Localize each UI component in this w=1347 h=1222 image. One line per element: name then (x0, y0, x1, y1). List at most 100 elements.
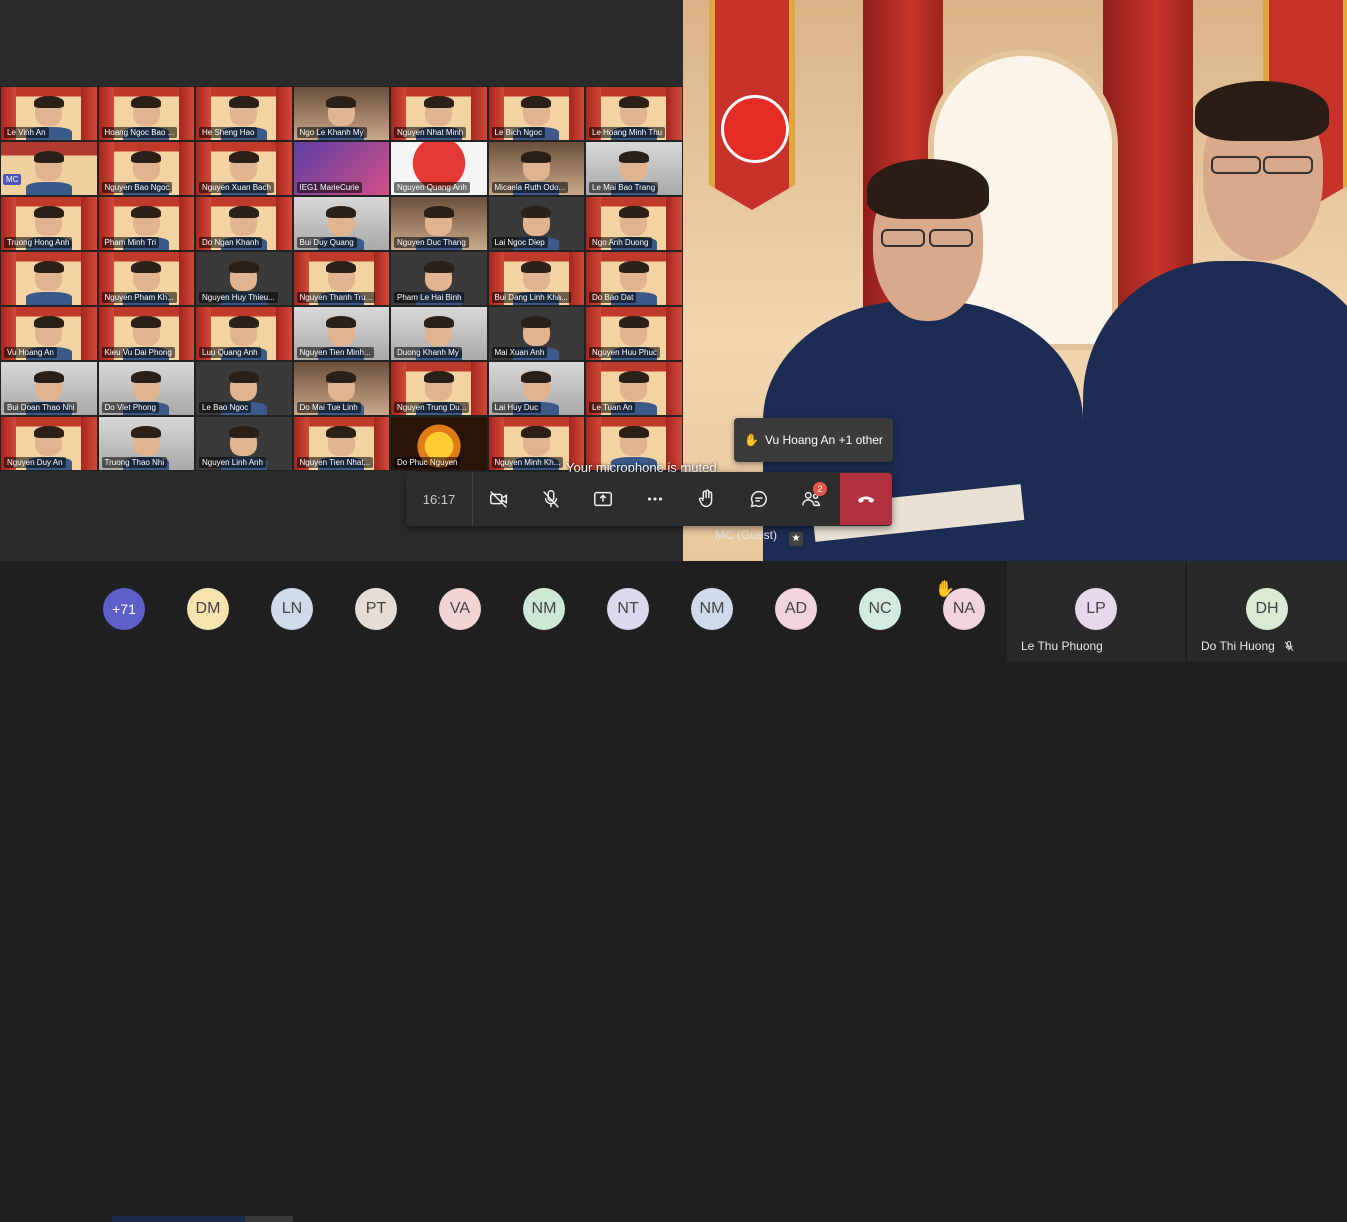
participant-video-tile[interactable]: Nguyen Thanh Tru... (292, 251, 390, 306)
participant-video-tile[interactable]: Pham Le Hai Binh (390, 251, 488, 306)
participant-video-tile[interactable]: Nguyen Trung Du... (390, 361, 488, 416)
raised-hand-icon: ✋ (935, 581, 955, 598)
participant-video-tile[interactable]: Le Hoang Minh Thu (585, 86, 683, 141)
participant-video-tile[interactable]: Vu Hoang An (0, 306, 98, 361)
call-timer: 16:17 (422, 491, 456, 507)
participant-video-tile[interactable] (0, 251, 98, 306)
participant-video-tile[interactable]: Nguyen Nhat Minh (390, 86, 488, 141)
participant-video-tile[interactable]: Ngo Le Khanh My (292, 86, 390, 141)
participants-button[interactable]: 2 (785, 472, 837, 526)
camera-off-button[interactable] (472, 472, 525, 526)
participant-name-label: Lai Huy Duc (491, 402, 542, 413)
participant-video-tile[interactable]: Bui Dang Linh Kha... (487, 251, 585, 306)
participant-name-label: Hoang Ngoc Bao ... (101, 127, 178, 138)
chat-button[interactable] (733, 472, 785, 526)
participant-avatar[interactable]: DM (187, 588, 229, 630)
mic-muted-button[interactable] (525, 472, 577, 526)
participant-video-tile[interactable]: Nguyen Huu Phuc (585, 306, 683, 361)
participant-video-tile[interactable]: Nguyen Tien Nhat... (292, 416, 390, 471)
video-gallery: Le Vinh An Hoang Ngoc Bao ... He Sheng Hao… (0, 86, 683, 471)
participant-video-tile[interactable]: Nguyen Quang Anh (390, 141, 488, 196)
participant-name-label: Bui Dang Linh Kha... (491, 292, 571, 303)
participant-video-tile[interactable]: Lai Huy Duc (487, 361, 585, 416)
participant-video-tile[interactable]: Do Ngan Khanh (195, 196, 293, 251)
participant-name-label: Nguyen Quang Anh (394, 182, 470, 193)
participant-avatar[interactable]: NT (607, 588, 649, 630)
participant-video-tile[interactable]: Hoang Ngoc Bao ... (97, 86, 195, 141)
participant-video-tile[interactable]: Kieu Vu Dai Phong (97, 306, 195, 361)
participant-video-tile[interactable]: Do Viet Phong (97, 361, 195, 416)
participant-name-label: Pham Le Hai Binh (394, 292, 465, 303)
hang-up-icon (857, 496, 875, 503)
participant-video-tile[interactable]: Le Vinh An (0, 86, 98, 141)
participant-video-tile[interactable]: IEG1 MarieCurie (292, 141, 390, 196)
participant-name-label: Nguyen Nhat Minh (394, 127, 467, 138)
mic-off-icon (1284, 641, 1294, 651)
participants-badge: 2 (813, 482, 827, 496)
participant-video-tile[interactable]: Nguyen Duc Thang (390, 196, 488, 251)
participant-name-label: Le Bich Ngoc (491, 127, 546, 138)
participant-video-tile[interactable]: Pham Minh Tri (97, 196, 195, 251)
participant-name-label: Bui Doan Thao Nhi (4, 402, 78, 413)
participant-video-tile[interactable]: He Sheng Hao (195, 86, 293, 141)
more-actions-button[interactable] (629, 472, 681, 526)
participant-name-label: Nguyen Linh Anh (199, 457, 266, 468)
participant-video-tile[interactable]: Le Bich Ngoc (487, 86, 585, 141)
participant-video-tile[interactable]: Nguyen Tien Minh... (292, 306, 390, 361)
participant-video-tile[interactable]: Le Bao Ngoc (195, 361, 293, 416)
camera-off-icon (490, 491, 508, 508)
participant-video-tile[interactable]: Truong Hong Anh (0, 196, 98, 251)
participant-video-tile[interactable]: Do Mai Tue Linh (292, 361, 390, 416)
participant-name-label: Nguyen Xuan Bach (199, 182, 274, 193)
participant-video-tile[interactable]: Lai Ngoc Diep (487, 196, 585, 251)
participant-video-tile[interactable]: Mai Xuan Anh (487, 306, 585, 361)
participant-video-tile[interactable]: Do Bao Dat (585, 251, 683, 306)
participant-avatar[interactable]: NM (691, 588, 733, 630)
participant-name-label: MC (3, 173, 22, 185)
participant-name-label: Truong Thao Nhi (101, 457, 168, 468)
participant-avatar[interactable]: AD (775, 588, 817, 630)
participant-video-tile[interactable]: Bui Doan Thao Nhi (0, 361, 98, 416)
participant-video-tile[interactable]: Le Mai Bao Trang (585, 141, 683, 196)
participant-avatar[interactable]: NC (859, 588, 901, 630)
more-participants-avatar[interactable]: +71 (103, 588, 145, 630)
participant-video-tile[interactable]: Nguyen Bao Ngoc (97, 141, 195, 196)
participant-avatar[interactable]: PT (355, 588, 397, 630)
participant-video-tile[interactable]: Nguyen Huy Thieu... (195, 251, 293, 306)
participant-video-tile[interactable]: Le Tuan An (585, 361, 683, 416)
participant-name-label: Do Viet Phong (101, 402, 159, 413)
raised-hands-text: Vu Hoang An +1 other (764, 433, 883, 447)
raise-hand-button[interactable] (681, 472, 733, 526)
mic-off-icon (543, 490, 559, 508)
participant-name-label: Le Mai Bao Trang (589, 182, 659, 193)
participant-video-tile[interactable]: Nguyen Linh Anh (195, 416, 293, 471)
participant-name-label: Do Ngan Khanh (199, 237, 262, 248)
leave-call-button[interactable] (840, 473, 892, 525)
participant-name-label: Nguyen Duy An (4, 457, 66, 468)
participant-tile-dh[interactable]: DH Do Thi Huong (1187, 561, 1347, 661)
participant-video-tile[interactable]: Micaela Ruth Odo... (487, 141, 585, 196)
participant-name-label: Ngo Anh Duong (589, 237, 652, 248)
participant-video-tile[interactable]: Luu Quang Anh (195, 306, 293, 361)
participant-name-label: Lai Ngoc Diep (491, 237, 548, 248)
participant-video-tile[interactable]: MC (0, 141, 98, 196)
participant-video-tile[interactable]: Truong Thao Nhi (97, 416, 195, 471)
participant-name-label: Nguyen Tien Nhat... (296, 457, 374, 468)
participant-tile-lp[interactable]: LP Le Thu Phuong (1007, 561, 1185, 661)
participant-video-tile[interactable]: Nguyen Xuan Bach (195, 141, 293, 196)
raised-hands-toast[interactable]: ✋ Vu Hoang An +1 other (734, 418, 893, 462)
participant-name-label: Nguyen Pham Kh... (101, 292, 177, 303)
participant-video-tile[interactable]: Nguyen Pham Kh... (97, 251, 195, 306)
participant-video-tile[interactable]: Bui Duy Quang (292, 196, 390, 251)
participant-video-tile[interactable]: Do Phuc Nguyen (390, 416, 488, 471)
participant-video-tile[interactable]: Nguyen Duy An (0, 416, 98, 471)
share-screen-button[interactable] (577, 472, 629, 526)
participant-avatar[interactable]: NM (523, 588, 565, 630)
participant-video-tile[interactable]: Duong Khanh My (390, 306, 488, 361)
participant-video-tile[interactable]: Ngo Anh Duong (585, 196, 683, 251)
pin-icon[interactable]: ★ (789, 532, 803, 546)
participant-name-label: Ngo Le Khanh My (296, 127, 367, 138)
taskbar-item (112, 1216, 245, 1222)
participant-avatar[interactable]: VA (439, 588, 481, 630)
participant-avatar[interactable]: LN (271, 588, 313, 630)
